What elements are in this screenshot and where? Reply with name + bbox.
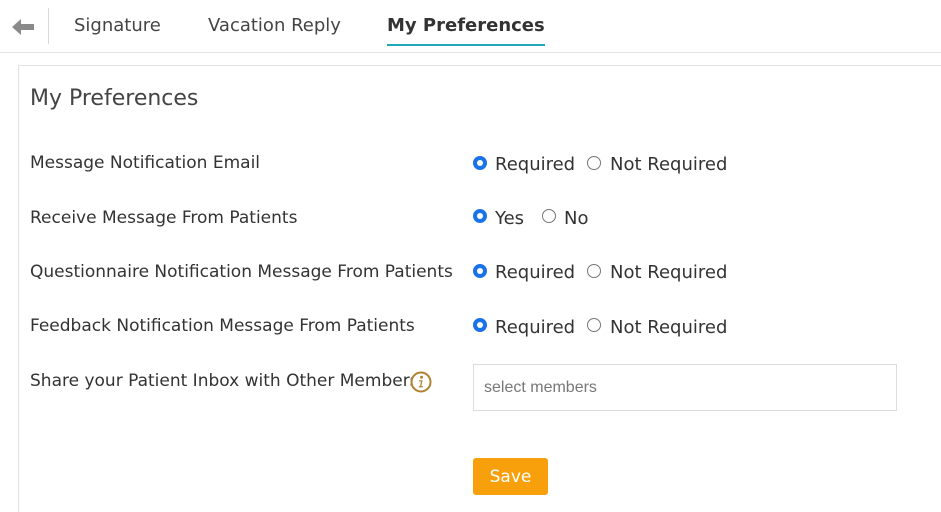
pref-label-receive-message: Receive Message From Patients	[30, 208, 298, 228]
radio-feedback-not-required[interactable]	[587, 318, 601, 332]
tab-signature-label: Signature	[74, 15, 161, 36]
radio-questionnaire-not-required[interactable]	[587, 264, 601, 278]
option-feedback-required[interactable]: Required	[495, 317, 575, 338]
pref-label-questionnaire-notification: Questionnaire Notification Message From …	[30, 262, 453, 282]
option-questionnaire-not-required[interactable]: Not Required	[610, 262, 727, 283]
radio-questionnaire-required[interactable]	[473, 264, 487, 278]
pref-label-feedback-notification: Feedback Notification Message From Patie…	[30, 316, 415, 336]
option-message-notification-required[interactable]: Required	[495, 154, 575, 175]
preferences-page: Signature Vacation Reply My Preferences …	[0, 0, 941, 512]
select-members-input[interactable]	[473, 364, 897, 411]
tab-my-preferences[interactable]: My Preferences	[387, 15, 545, 46]
tab-vacation-reply-label: Vacation Reply	[208, 15, 341, 36]
panel-title: My Preferences	[30, 86, 199, 111]
option-questionnaire-required[interactable]: Required	[495, 262, 575, 283]
radio-message-notification-not-required[interactable]	[587, 156, 601, 170]
back-button[interactable]	[8, 13, 38, 41]
radio-message-notification-required[interactable]	[473, 156, 487, 170]
radio-receive-message-yes[interactable]	[473, 209, 487, 223]
tab-signature[interactable]: Signature	[74, 15, 161, 36]
tab-vacation-reply[interactable]: Vacation Reply	[208, 15, 341, 36]
share-inbox-label: Share your Patient Inbox with Other Memb…	[30, 371, 419, 391]
tab-divider	[48, 8, 49, 44]
save-button[interactable]: Save	[473, 458, 548, 495]
tab-my-preferences-label: My Preferences	[387, 15, 545, 36]
arrow-left-icon	[12, 19, 34, 35]
option-feedback-not-required[interactable]: Not Required	[610, 317, 727, 338]
info-icon-glyph	[410, 371, 432, 393]
option-receive-message-no[interactable]: No	[564, 208, 588, 229]
option-message-notification-not-required[interactable]: Not Required	[610, 154, 727, 175]
radio-feedback-required[interactable]	[473, 318, 487, 332]
radio-receive-message-no[interactable]	[542, 209, 556, 223]
tab-bar: Signature Vacation Reply My Preferences	[0, 0, 941, 53]
preferences-panel	[18, 65, 941, 512]
info-icon[interactable]	[410, 371, 432, 393]
option-receive-message-yes[interactable]: Yes	[495, 208, 524, 229]
pref-label-message-notification-email: Message Notification Email	[30, 153, 261, 173]
active-tab-underline	[387, 44, 545, 46]
